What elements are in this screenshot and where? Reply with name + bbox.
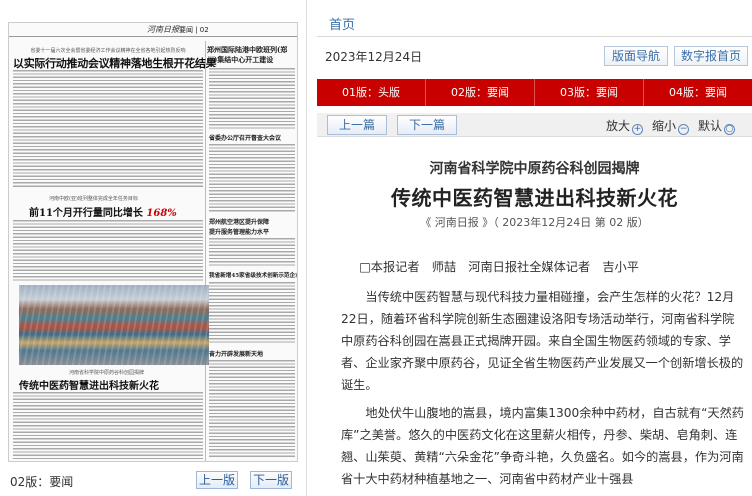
column-divider — [205, 41, 206, 461]
issue-date: 2023年12月24日 — [325, 50, 423, 64]
zoom-out-icon: − — [678, 124, 690, 135]
np-mid-headline-highlight: 168% — [146, 208, 177, 219]
tab-page-02[interactable]: 02版：要闻 — [426, 79, 535, 106]
masthead: 河南日报 要闻 | 02 — [9, 23, 297, 37]
np-bottom-subheading: 河南省科学院中原药谷科创园揭牌 — [69, 370, 145, 376]
np-right-box-title[interactable]: 郑州国际陆港中欧班列(郑州)集结中心开工建设 — [207, 45, 297, 65]
masthead-section: 要闻 | 02 — [179, 26, 209, 34]
article-title: 传统中医药智慧进出科技新火花 — [391, 186, 678, 210]
np-text-block — [209, 143, 295, 213]
np-text-block — [209, 67, 295, 129]
page-tabs: 01版：头版 02版：要闻 03版：要闻 04版：要闻 — [317, 79, 752, 106]
zoom-in-control[interactable]: 放大 + — [606, 117, 644, 135]
header-divider — [317, 36, 752, 37]
zoom-default-icon: ○ — [724, 124, 736, 135]
np-photo-freight-trains[interactable] — [19, 285, 209, 365]
np-mid-headline-text: 前11个月开行量同比增长 — [29, 208, 143, 219]
article-byline: □本报记者 师喆 河南日报社全媒体记者 吉小平 — [359, 260, 639, 274]
current-page-label: 02版：要闻 — [10, 475, 74, 489]
np-right-headline[interactable]: 郑州航空港区提升保障 — [209, 217, 269, 226]
zoom-default-label: 默认 — [698, 119, 723, 133]
np-text-block — [209, 237, 295, 267]
article-panel: 首页 2023年12月24日 版面导航 数字报首页 01版：头版 02版：要闻 … — [317, 0, 752, 496]
np-text-block — [13, 219, 203, 281]
tab-page-01[interactable]: 01版：头版 — [317, 79, 426, 106]
article-paragraph: 地处伏牛山腹地的嵩县，境内富集1300余种中药材，自古就有“天然药库”之美誉。悠… — [341, 406, 744, 486]
prev-article-button[interactable]: 上一篇 — [327, 115, 387, 135]
article-source: 《 河南日报 》（ 2023年12月24日 第 02 版） — [420, 216, 649, 229]
next-article-button[interactable]: 下一篇 — [397, 115, 457, 135]
np-top-subheading: 省委十一届六次全会暨省委经济工作会议精神在全省各地引起热烈反响 — [30, 48, 186, 54]
home-link[interactable]: 首页 — [329, 14, 355, 33]
np-text-block — [13, 69, 203, 187]
next-page-button[interactable]: 下一版 — [250, 471, 292, 489]
zoom-in-icon: + — [632, 124, 644, 135]
np-right-headline[interactable]: 奋力开辟发展新天地 — [209, 349, 263, 358]
article-kicker: 河南省科学院中原药谷科创园揭牌 — [429, 161, 640, 177]
np-text-block — [13, 391, 203, 459]
np-bottom-headline[interactable]: 传统中医药智慧进出科技新火花 — [19, 377, 159, 392]
tab-page-04[interactable]: 04版：要闻 — [644, 79, 752, 106]
np-mid-subheading: 河南中欧(亚)班列整体完成全年任务目标 — [49, 196, 138, 202]
newspaper-page-image[interactable]: 河南日报 要闻 | 02 省委十一届六次全会暨省委经济工作会议精神在全省各地引起… — [8, 22, 298, 462]
article-paragraph: 当传统中医药智慧与现代科技力量相碰撞，会产生怎样的火花？12月22日，随着环省科… — [341, 290, 744, 392]
np-mid-headline[interactable]: 前11个月开行量同比增长 168% — [29, 204, 177, 219]
zoom-in-label: 放大 — [606, 119, 631, 133]
newspaper-panel: 河南日报 要闻 | 02 省委十一届六次全会暨省委经济工作会议精神在全省各地引起… — [0, 0, 307, 496]
layout-nav-button[interactable]: 版面导航 — [604, 46, 668, 66]
tab-page-03[interactable]: 03版：要闻 — [535, 79, 644, 106]
np-right-headline[interactable]: 省委办公厅召开督查大会议 — [209, 133, 281, 142]
article-toolbar: 上一篇 下一篇 放大 + 缩小 − 默认 ○ — [317, 113, 752, 137]
np-right-headline[interactable]: 我省新增45家省级技术创新示范企业 — [209, 271, 297, 279]
zoom-out-control[interactable]: 缩小 − — [652, 117, 690, 135]
np-text-block — [209, 281, 295, 343]
np-text-block — [209, 359, 295, 459]
zoom-default-control[interactable]: 默认 ○ — [698, 117, 736, 135]
masthead-logo: 河南日报 — [147, 25, 179, 34]
digital-home-button[interactable]: 数字报首页 — [674, 46, 748, 66]
prev-page-button[interactable]: 上一版 — [196, 471, 238, 489]
np-right-headline[interactable]: 提升服务管理能力水平 — [209, 227, 269, 236]
zoom-out-label: 缩小 — [652, 119, 677, 133]
